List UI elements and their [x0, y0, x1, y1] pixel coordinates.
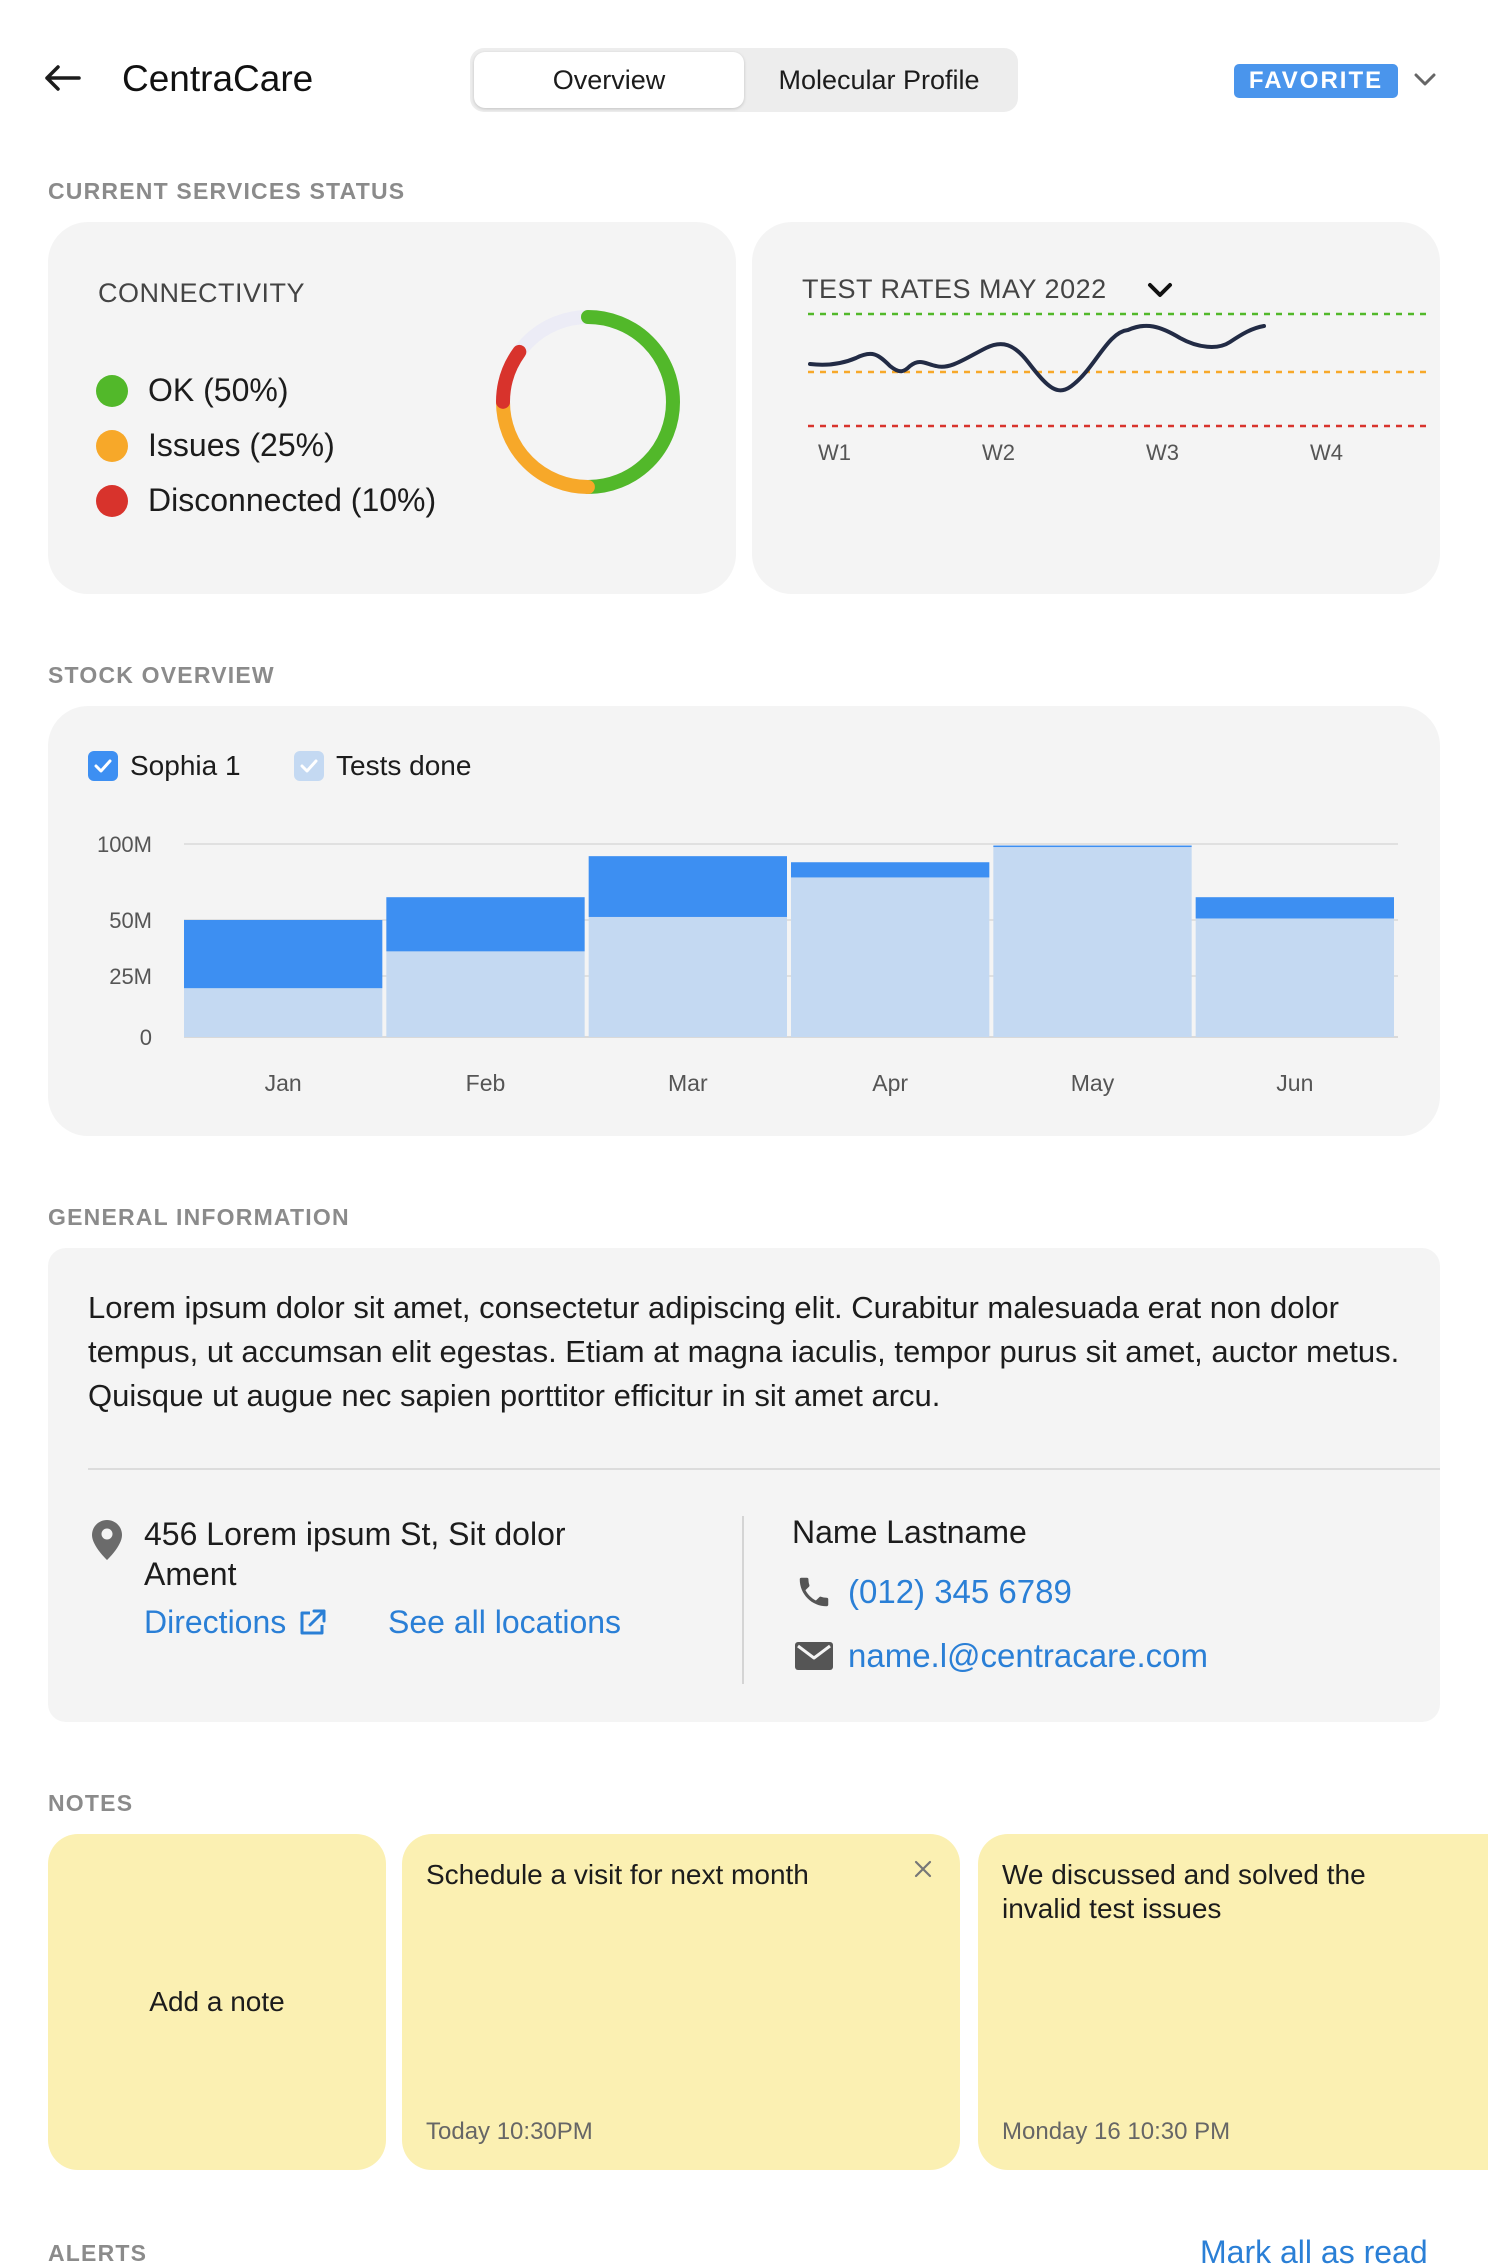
directions-link[interactable]: Directions — [144, 1604, 328, 1641]
note-text: Schedule a visit for next month — [426, 1859, 809, 1890]
bar-sophia — [184, 920, 383, 989]
note-text: We discussed and solved the invalid test… — [1002, 1859, 1366, 1924]
general-description: Lorem ipsum dolor sit amet, consectetur … — [88, 1290, 1400, 1413]
legend-sophia-label: Sophia 1 — [130, 750, 241, 781]
test-rates-title: TEST RATES MAY 2022 — [802, 274, 1107, 304]
legend-disconnected-label: Disconnected (10%) — [148, 482, 437, 518]
directions-label: Directions — [144, 1604, 287, 1640]
bar-tests-done — [791, 877, 990, 1037]
stock-bar-chart: 0 25M 50M 100M Jan Feb Mar Apr May Jun — [97, 832, 1398, 1096]
bar-tests-done — [588, 916, 787, 1037]
tab-molecular-profile[interactable]: Molecular Profile — [744, 52, 1014, 108]
status-dot-disconnected — [96, 484, 128, 517]
phone-row: (012) 345 6789 — [792, 1570, 1072, 1614]
note-timestamp: Monday 16 10:30 PM — [1002, 2118, 1231, 2145]
legend-toggle-sophia[interactable]: Sophia 1 — [88, 750, 241, 782]
section-title-alerts: ALERTS — [48, 2240, 148, 2266]
note-card[interactable]: Schedule a visit for next month Today 10… — [402, 1834, 960, 2170]
view-tabs: Overview Molecular Profile — [470, 48, 1018, 112]
x-tick-label: Apr — [872, 1070, 908, 1096]
tab-overview[interactable]: Overview — [474, 52, 744, 108]
x-tick-label: Jan — [265, 1070, 302, 1096]
connectivity-donut-chart — [496, 310, 680, 494]
favorite-badge[interactable]: FAVORITE — [1234, 64, 1398, 98]
bar-sophia — [791, 862, 990, 878]
checkbox-checked-icon — [88, 751, 118, 781]
bar-tests-done — [1195, 918, 1394, 1037]
test-rates-period-dropdown[interactable] — [1142, 272, 1178, 308]
legend-tests-done-label: Tests done — [336, 750, 472, 781]
y-tick-label: 50M — [109, 908, 152, 933]
favorite-menu-button[interactable] — [1408, 62, 1442, 98]
legend-issues: Issues (25%) — [96, 427, 335, 464]
y-tick-label: 0 — [140, 1025, 152, 1050]
email-link[interactable]: name.l@centracare.com — [848, 1637, 1208, 1675]
legend-toggle-tests-done[interactable]: Tests done — [294, 750, 471, 782]
connectivity-card: CONNECTIVITY OK (50%) Issues (25%) Disco… — [48, 222, 736, 594]
week-label: W3 — [1146, 440, 1179, 465]
x-tick-label: Feb — [466, 1070, 506, 1096]
y-tick-label: 25M — [109, 964, 152, 989]
close-icon — [914, 1860, 932, 1878]
connectivity-title: CONNECTIVITY — [98, 278, 306, 308]
divider — [742, 1516, 744, 1684]
external-link-icon — [300, 1609, 326, 1634]
divider — [88, 1468, 1440, 1470]
test-rates-card: W1 W2 W3 W4 TEST RATES MAY 2022 — [752, 222, 1440, 594]
legend-ok-label: OK (50%) — [148, 372, 289, 408]
test-rate-line — [808, 323, 1266, 393]
phone-icon — [792, 1570, 836, 1614]
close-note-button[interactable] — [908, 1854, 938, 1884]
x-tick-label: Jun — [1276, 1070, 1313, 1096]
back-button[interactable] — [40, 60, 84, 96]
bar-tests-done — [993, 847, 1192, 1037]
arrow-left-icon — [45, 65, 81, 91]
bar-sophia — [588, 856, 787, 917]
page-title: CentraCare — [122, 58, 314, 99]
mail-icon — [792, 1634, 836, 1678]
location-pin-icon — [92, 1520, 122, 1560]
contact-name: Name Lastname — [792, 1514, 1027, 1550]
chevron-down-icon — [1414, 73, 1436, 86]
bar-tests-done — [184, 988, 383, 1037]
stock-card: 0 25M 50M 100M Jan Feb Mar Apr May Jun Sophia 1 T… — [48, 706, 1440, 1136]
add-note-label: Add a note — [149, 1986, 285, 2017]
status-dot-ok — [96, 374, 128, 407]
section-title-general: GENERAL INFORMATION — [48, 1204, 350, 1230]
x-tick-label: May — [1071, 1070, 1115, 1096]
bar-sophia — [993, 845, 1192, 848]
legend-disconnected: Disconnected (10%) — [96, 482, 436, 519]
week-label: W2 — [982, 440, 1015, 465]
header: CentraCare Overview Molecular Profile FA… — [0, 0, 1488, 160]
see-all-locations-link[interactable]: See all locations — [388, 1604, 621, 1641]
section-title-stock: STOCK OVERVIEW — [48, 662, 275, 688]
section-title-notes: NOTES — [48, 1790, 134, 1816]
address-text: 456 Lorem ipsum St, Sit dolor Ament — [144, 1516, 566, 1592]
note-timestamp: Today 10:30PM — [426, 2118, 593, 2145]
general-info-card: Lorem ipsum dolor sit amet, consectetur … — [48, 1248, 1440, 1722]
week-label: W1 — [818, 440, 851, 465]
bar-sophia — [386, 897, 585, 952]
status-dot-issues — [96, 429, 128, 462]
week-label: W4 — [1310, 440, 1343, 465]
phone-link[interactable]: (012) 345 6789 — [848, 1573, 1072, 1611]
section-title-services: CURRENT SERVICES STATUS — [48, 178, 406, 204]
email-row: name.l@centracare.com — [792, 1634, 1208, 1678]
mark-all-read-link[interactable]: Mark all as read — [1200, 2234, 1428, 2266]
legend-ok: OK (50%) — [96, 372, 288, 409]
add-note-button[interactable]: Add a note — [48, 1834, 386, 2170]
note-card[interactable]: We discussed and solved the invalid test… — [978, 1834, 1488, 2170]
chevron-down-icon — [1148, 283, 1172, 297]
x-tick-label: Mar — [668, 1070, 708, 1096]
bar-sophia — [1195, 897, 1394, 919]
y-tick-label: 100M — [97, 832, 152, 857]
legend-issues-label: Issues (25%) — [148, 427, 335, 463]
bar-tests-done — [386, 951, 585, 1037]
checkbox-checked-icon — [294, 751, 324, 781]
